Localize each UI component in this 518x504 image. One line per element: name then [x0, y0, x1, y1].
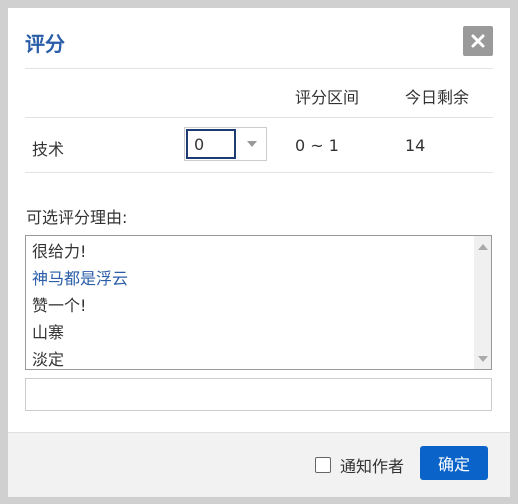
- score-input[interactable]: [186, 129, 236, 159]
- confirm-button[interactable]: 确定: [420, 446, 488, 480]
- dialog-title: 评分: [25, 32, 65, 56]
- divider: [25, 68, 493, 69]
- remaining-count: 14: [405, 136, 426, 155]
- reason-option[interactable]: 淡定: [32, 346, 128, 373]
- reason-option[interactable]: 赞一个!: [32, 292, 128, 319]
- score-dropdown-button[interactable]: [238, 129, 266, 159]
- triangle-down-icon: [477, 355, 488, 362]
- header-remaining-today: 今日剩余: [405, 88, 470, 107]
- scroll-down-button[interactable]: [474, 350, 491, 367]
- reason-label: 可选评分理由:: [26, 208, 128, 227]
- header-score-range: 评分区间: [295, 88, 360, 107]
- reason-option[interactable]: 山寨: [32, 319, 128, 346]
- close-button[interactable]: [463, 26, 493, 56]
- triangle-up-icon: [477, 243, 488, 250]
- scroll-up-button[interactable]: [474, 238, 491, 255]
- reason-option[interactable]: 很给力!: [32, 238, 128, 265]
- notify-author-option[interactable]: 通知作者: [315, 453, 404, 477]
- score-select[interactable]: [184, 127, 267, 161]
- custom-reason-input[interactable]: [25, 378, 492, 411]
- score-range-value: 0 ~ 1: [295, 136, 339, 155]
- reason-scrollbar[interactable]: [474, 236, 491, 369]
- reason-listbox[interactable]: 很给力! 神马都是浮云 赞一个! 山寨 淡定: [25, 235, 492, 370]
- score-category-label: 技术: [32, 140, 65, 159]
- close-icon: [471, 34, 485, 48]
- divider: [25, 117, 493, 118]
- dialog-footer: 通知作者 确定: [8, 432, 510, 497]
- notify-author-checkbox[interactable]: [315, 457, 331, 473]
- rate-dialog: 评分 评分区间 今日剩余 技术 0 ~ 1 14 可选评分理由: 很给力! 神马…: [8, 8, 510, 497]
- divider: [25, 172, 493, 173]
- notify-author-label: 通知作者: [340, 457, 405, 476]
- reason-option-selected[interactable]: 神马都是浮云: [32, 265, 128, 292]
- chevron-down-icon: [247, 141, 257, 147]
